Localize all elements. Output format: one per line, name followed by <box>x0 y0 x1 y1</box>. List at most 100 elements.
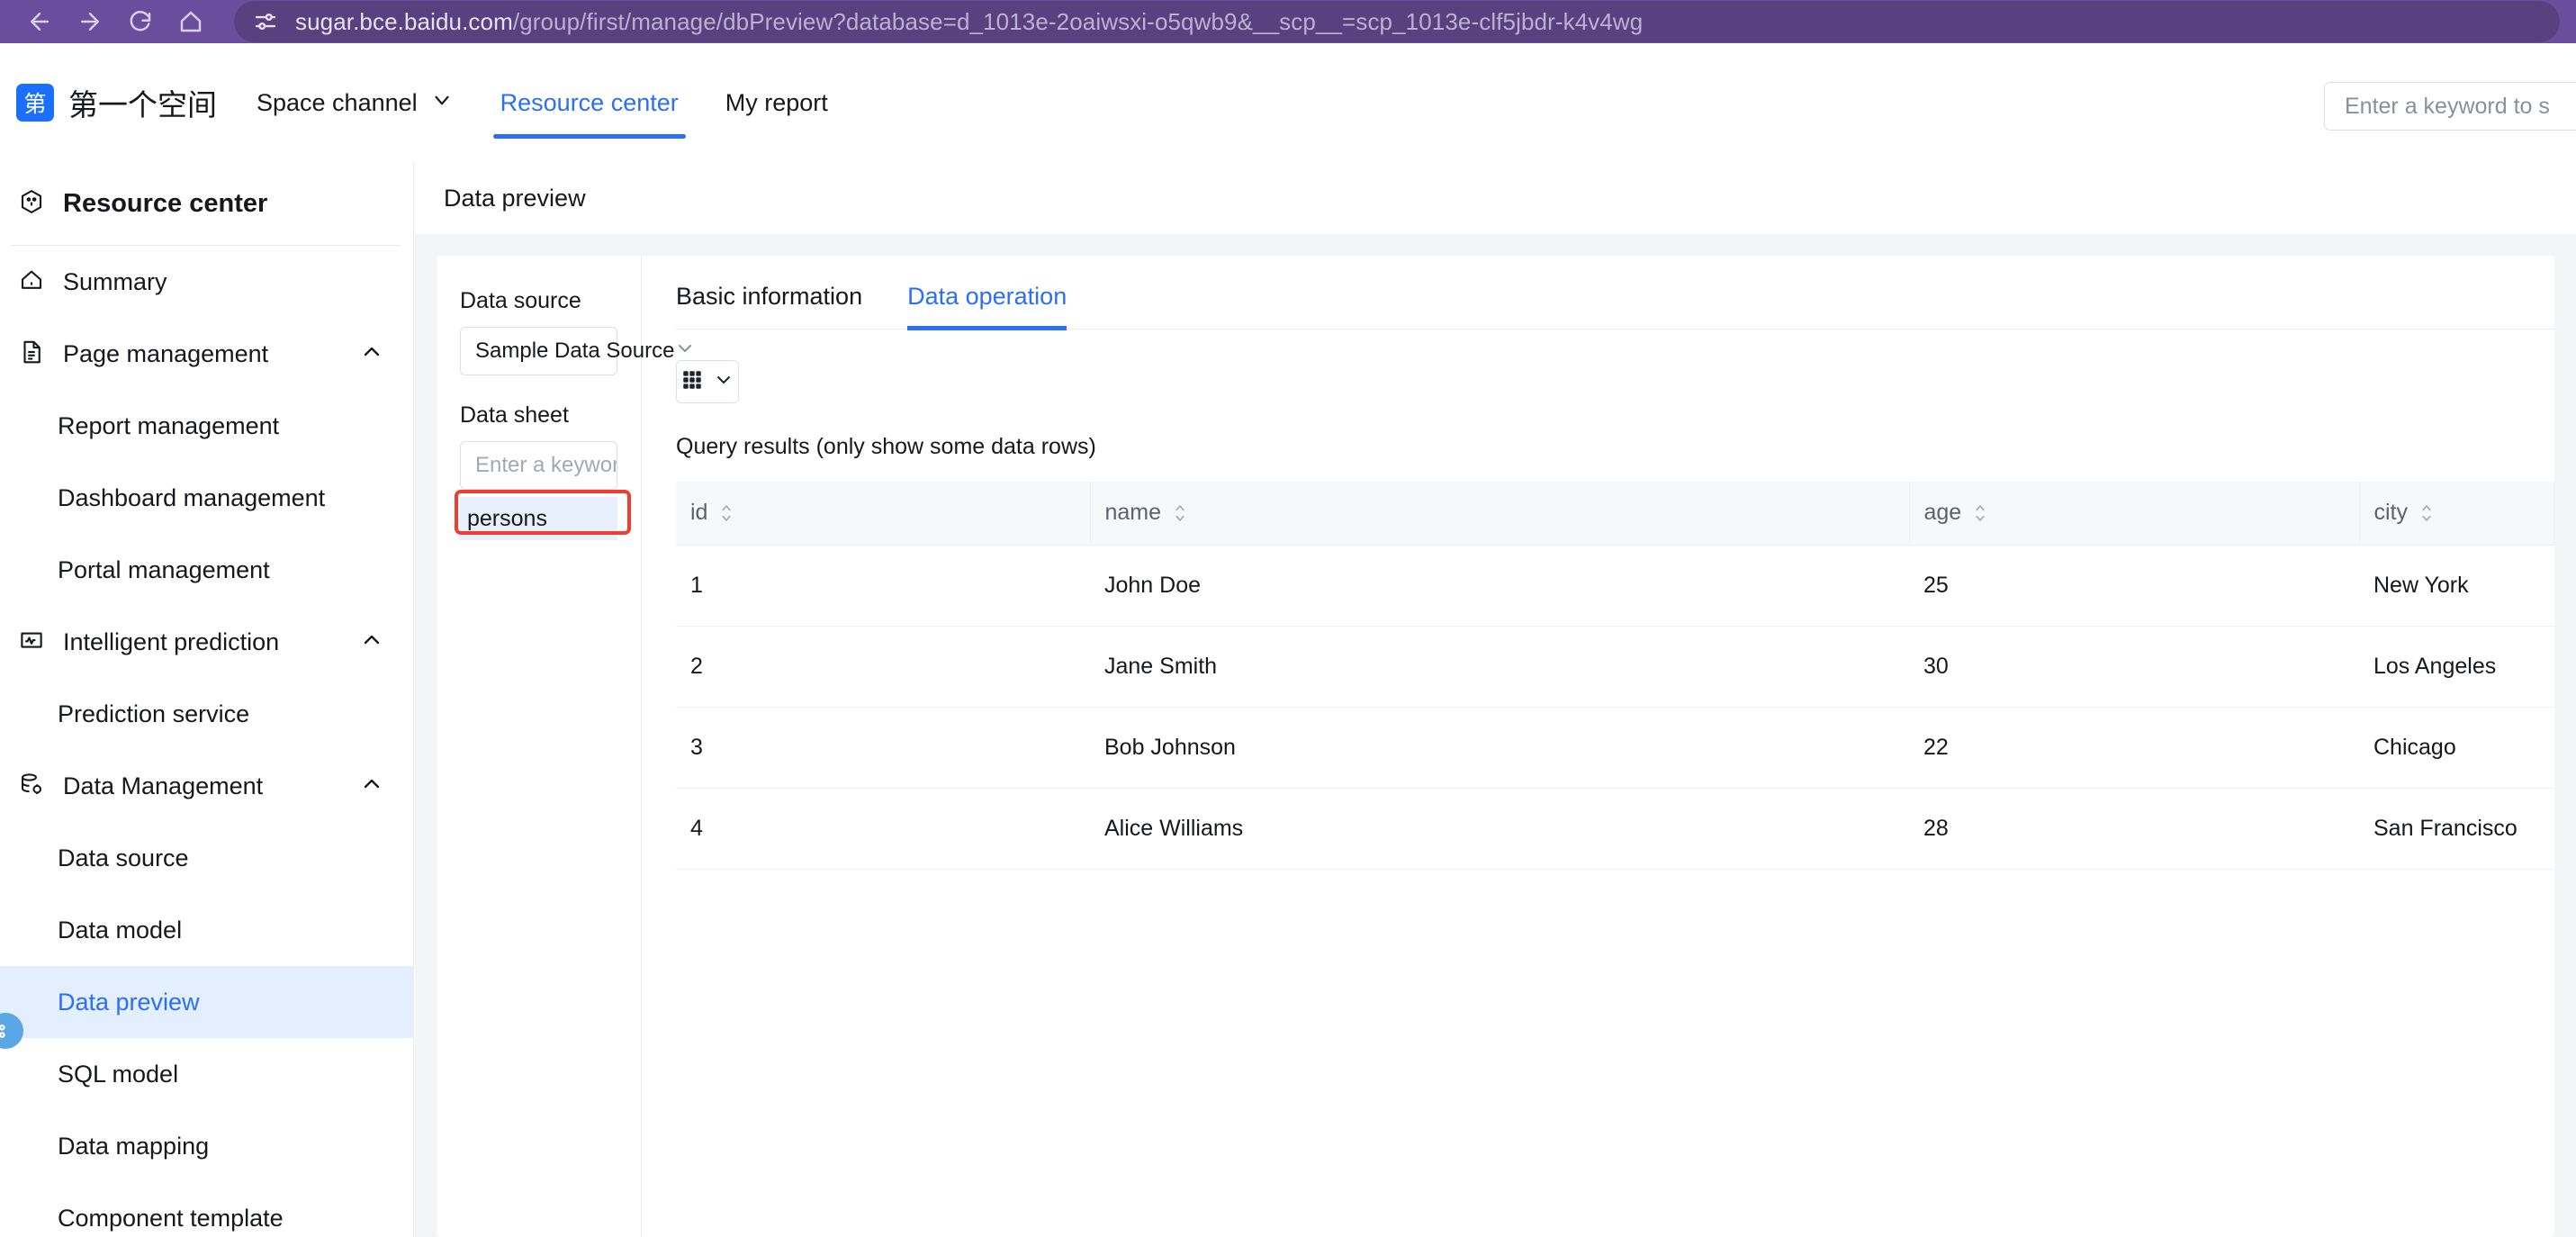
header-search-placeholder: Enter a keyword to s <box>2345 93 2550 119</box>
cell-age: 22 <box>1909 707 2359 789</box>
tab-my-report[interactable]: My report <box>725 43 828 162</box>
tab-resource-center[interactable]: Resource center <box>492 43 686 162</box>
sidebar-title: Resource center <box>0 162 413 245</box>
cell-age: 25 <box>1909 545 2359 627</box>
sidebar-item-prediction-service[interactable]: Prediction service <box>0 678 413 750</box>
space-name: 第一个空间 <box>68 88 217 122</box>
sidebar-item-label: Intelligent prediction <box>63 628 280 655</box>
sidebar-item-intelligent-prediction[interactable]: Intelligent prediction <box>0 606 413 678</box>
table-header-row: id name age city <box>676 482 2554 546</box>
data-sheet-item-persons[interactable]: persons <box>455 490 631 540</box>
grid-view-icon <box>680 368 704 396</box>
sidebar-item-label: Data model <box>58 916 183 944</box>
tab-data-operation[interactable]: Data operation <box>907 283 1067 330</box>
space-channel-label: Space channel <box>257 88 418 116</box>
sidebar-item-summary[interactable]: Summary <box>0 246 413 318</box>
home-icon <box>18 266 45 298</box>
back-button[interactable] <box>16 0 63 43</box>
sort-arrows-icon[interactable] <box>2418 503 2435 523</box>
column-label: name <box>1104 500 1162 526</box>
cell-age: 28 <box>1909 788 2359 870</box>
cell-name: Alice Williams <box>1090 788 1909 870</box>
home-button[interactable] <box>167 0 214 43</box>
table-row[interactable]: 1 John Doe 25 New York <box>676 545 2554 627</box>
sidebar-item-label: Component template <box>58 1204 284 1232</box>
sidebar-item-component-template[interactable]: Component template <box>0 1182 413 1237</box>
column-header-id[interactable]: id <box>676 482 1091 546</box>
data-source-label: Data source <box>460 288 581 313</box>
prediction-chart-icon <box>18 627 45 658</box>
table-row[interactable]: 3 Bob Johnson 22 Chicago <box>676 707 2554 789</box>
sidebar-item-label: Prediction service <box>58 700 250 727</box>
tab-basic-information[interactable]: Basic information <box>676 283 862 329</box>
sidebar-item-label: Summary <box>63 267 167 295</box>
sidebar-item-data-mapping[interactable]: Data mapping <box>0 1110 413 1182</box>
sidebar-item-portal-management[interactable]: Portal management <box>0 534 413 606</box>
preview-panel: Data source Sample Data Source Data shee… <box>437 256 2554 1237</box>
sidebar-item-report-management[interactable]: Report management <box>0 390 413 462</box>
data-detail-column: Basic information Data operation Query r… <box>642 256 2554 1237</box>
sidebar: Resource center Summary Page management … <box>0 162 414 1237</box>
cell-id: 4 <box>676 788 1090 870</box>
data-sheet-search-input[interactable]: Enter a keyword to search <box>460 441 617 490</box>
database-gear-icon <box>18 771 45 802</box>
sidebar-title-label: Resource center <box>63 188 268 218</box>
data-source-select[interactable]: Sample Data Source <box>460 327 692 375</box>
chevron-up-icon[interactable] <box>359 772 384 801</box>
table-row[interactable]: 4 Alice Williams 28 San Francisco <box>676 788 2554 870</box>
header-search-input[interactable]: Enter a keyword to s <box>2324 82 2576 131</box>
url-text: sugar.bce.baidu.com/group/first/manage/d… <box>295 7 1644 35</box>
sort-arrows-icon[interactable] <box>1972 503 1988 523</box>
query-results-table: id name age city 1 John Doe 25 New York <box>676 482 2554 870</box>
forward-button[interactable] <box>67 0 113 43</box>
address-bar[interactable]: sugar.bce.baidu.com/group/first/manage/d… <box>234 1 2560 42</box>
document-icon <box>18 339 45 370</box>
cell-age: 30 <box>1909 626 2359 708</box>
table-row[interactable]: 2 Jane Smith 30 Los Angeles <box>676 626 2554 708</box>
cell-id: 3 <box>676 707 1090 789</box>
sort-arrows-icon[interactable] <box>718 503 734 523</box>
sidebar-item-label: Dashboard management <box>58 483 326 511</box>
sort-arrows-icon[interactable] <box>1172 503 1188 523</box>
chevron-up-icon[interactable] <box>359 339 384 369</box>
cell-city: New York <box>2359 545 2554 627</box>
chevron-down-icon <box>430 88 454 118</box>
column-header-name[interactable]: name <box>1090 482 1910 546</box>
sidebar-item-label: Portal management <box>58 555 270 583</box>
column-header-city[interactable]: city <box>2359 482 2554 546</box>
sidebar-item-data-management[interactable]: Data Management <box>0 750 413 822</box>
site-settings-icon[interactable] <box>252 8 279 35</box>
resource-center-icon <box>18 188 45 220</box>
page-title: Data preview <box>444 184 586 212</box>
space-channel-dropdown[interactable]: Space channel <box>257 88 454 118</box>
sidebar-item-page-management[interactable]: Page management <box>0 318 413 390</box>
sidebar-item-label: Report management <box>58 411 280 439</box>
sidebar-item-label: Page management <box>63 339 269 367</box>
data-sheet-item-label: persons <box>467 505 547 531</box>
sidebar-item-sql-model[interactable]: SQL model <box>0 1038 413 1110</box>
cell-city: Chicago <box>2359 707 2554 789</box>
sidebar-item-label: Data preview <box>58 988 200 1016</box>
column-header-age[interactable]: age <box>1909 482 2360 546</box>
table-body: 1 John Doe 25 New York 2 Jane Smith 30 L… <box>676 545 2554 870</box>
detail-tabs: Basic information Data operation <box>676 283 2554 330</box>
view-mode-button[interactable] <box>676 360 739 403</box>
sidebar-item-data-preview[interactable]: Data preview <box>0 966 413 1049</box>
data-sheet-label: Data sheet <box>460 402 569 428</box>
cell-name: John Doe <box>1090 545 1909 627</box>
query-results-label: Query results (only show some data rows) <box>676 434 1096 459</box>
sidebar-item-data-model[interactable]: Data model <box>0 894 413 966</box>
sidebar-item-label: Data Management <box>63 772 264 799</box>
reload-button[interactable] <box>117 0 164 43</box>
main-content: Data preview Data source Sample Data Sou… <box>415 162 2576 1237</box>
cell-city: San Francisco <box>2359 788 2554 870</box>
data-source-column: Data source Sample Data Source Data shee… <box>437 256 692 1237</box>
cell-id: 1 <box>676 545 1090 627</box>
sidebar-item-dashboard-management[interactable]: Dashboard management <box>0 462 413 534</box>
chevron-up-icon[interactable] <box>359 628 384 657</box>
sidebar-item-label: Data mapping <box>58 1132 210 1160</box>
column-label: city <box>2373 500 2409 526</box>
sidebar-item-label: SQL model <box>58 1060 179 1088</box>
cell-id: 2 <box>676 626 1090 708</box>
sidebar-item-data-source[interactable]: Data source <box>0 822 413 894</box>
